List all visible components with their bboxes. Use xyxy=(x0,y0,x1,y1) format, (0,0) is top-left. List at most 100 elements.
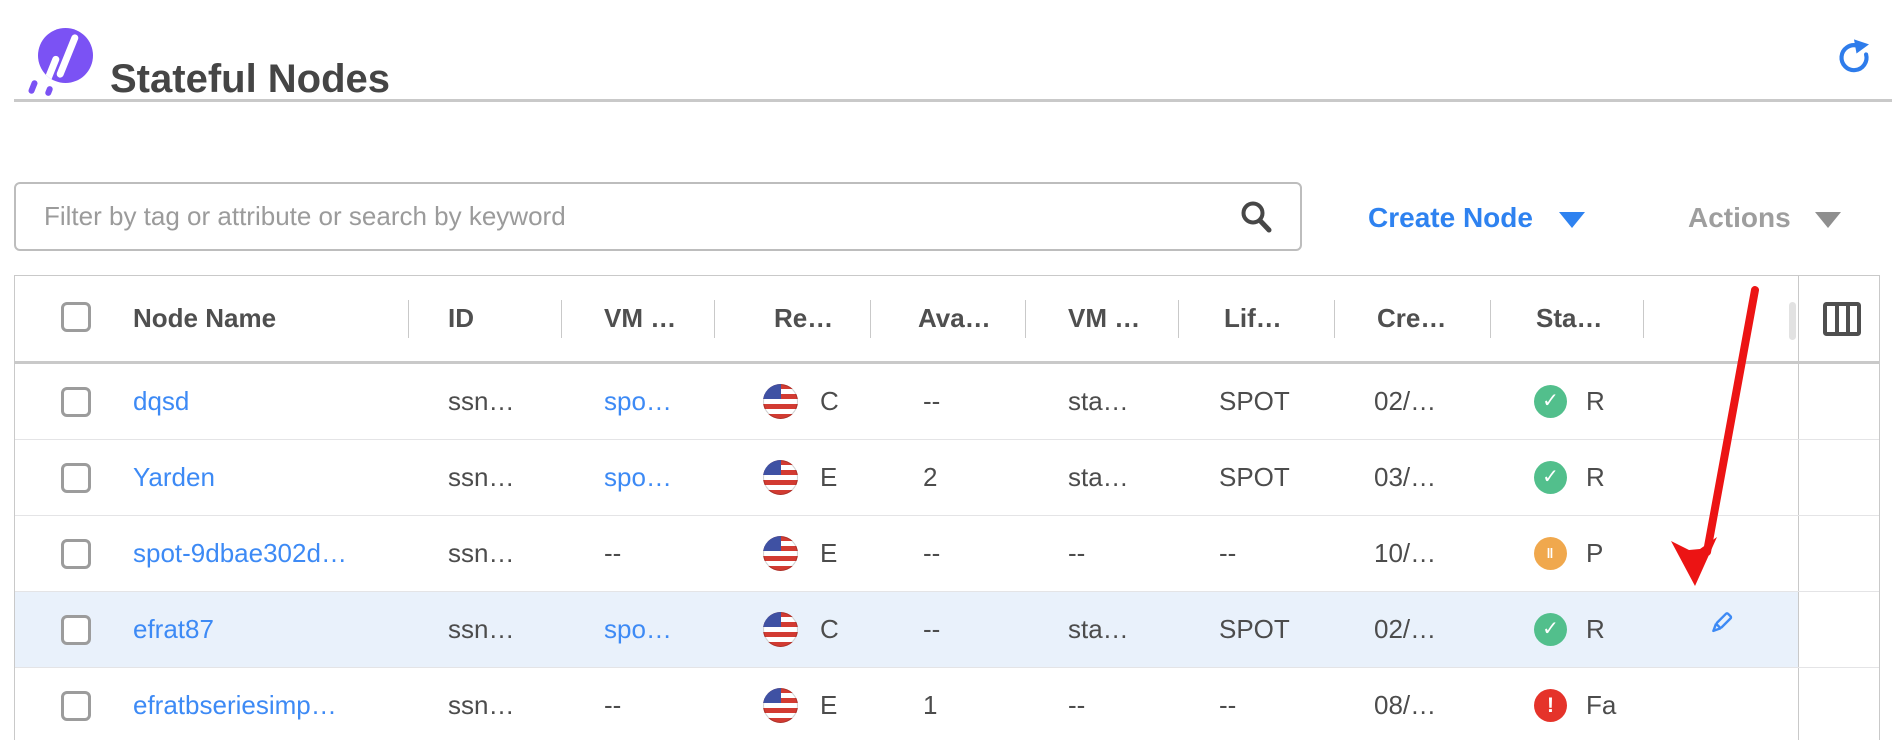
edit-pencil-icon[interactable] xyxy=(1706,592,1736,667)
node-id: ssn… xyxy=(448,516,558,591)
us-flag-icon xyxy=(763,612,798,647)
vm-name-link[interactable]: spo… xyxy=(604,364,712,439)
region-text: E xyxy=(820,516,837,591)
region-text: E xyxy=(820,668,837,740)
availability-cell: -- xyxy=(923,516,1023,591)
vm-status-cell: sta… xyxy=(1068,440,1176,515)
stateful-nodes-table: Node Name ID VM … Re… Ava… VM … Lif… Cre… xyxy=(14,275,1880,740)
created-cell: 10/… xyxy=(1374,516,1486,591)
lifecycle-cell: SPOT xyxy=(1219,440,1331,515)
refresh-icon[interactable] xyxy=(1834,36,1874,76)
vm-status-cell: sta… xyxy=(1068,364,1176,439)
status-cell: ✓ R xyxy=(1534,440,1641,515)
chevron-down-icon xyxy=(1559,212,1585,228)
node-name-link[interactable]: efrat87 xyxy=(133,592,405,667)
row-checkbox[interactable] xyxy=(61,387,91,417)
node-name-link[interactable]: spot-9dbae302d… xyxy=(133,516,405,591)
region-cell: C xyxy=(763,592,868,667)
filter-box xyxy=(14,182,1302,251)
status-cell: ! Fa xyxy=(1534,668,1641,740)
lifecycle-cell: -- xyxy=(1219,516,1331,591)
status-failed-icon: ! xyxy=(1534,689,1567,722)
node-name-link[interactable]: efratbseriesimp… xyxy=(133,668,405,740)
spot-logo-icon xyxy=(38,28,93,83)
lifecycle-cell: -- xyxy=(1219,668,1331,740)
scroll-thumb xyxy=(1789,302,1796,340)
page-title: Stateful Nodes xyxy=(110,57,390,102)
lifecycle-cell: SPOT xyxy=(1219,592,1331,667)
vm-name-link[interactable]: spo… xyxy=(604,440,712,515)
spot-logo-tail xyxy=(44,85,53,97)
filter-input[interactable] xyxy=(16,184,1300,249)
us-flag-icon xyxy=(763,384,798,419)
table-row[interactable]: spot-9dbae302d… ssn… -- E -- -- -- 10/… … xyxy=(15,516,1879,592)
status-text: R xyxy=(1586,440,1605,515)
row-checkbox[interactable] xyxy=(61,463,91,493)
node-name-link[interactable]: dqsd xyxy=(133,364,405,439)
node-id: ssn… xyxy=(448,592,558,667)
vm-name-cell: -- xyxy=(604,668,712,740)
vm-status-cell: -- xyxy=(1068,516,1176,591)
status-text: P xyxy=(1586,516,1603,591)
table-row[interactable]: efratbseriesimp… ssn… -- E 1 -- -- 08/… … xyxy=(15,668,1879,740)
row-checkbox[interactable] xyxy=(61,691,91,721)
col-header-status[interactable]: Sta… xyxy=(1536,276,1602,361)
col-header-vm-status[interactable]: VM … xyxy=(1068,276,1176,361)
col-header-availability[interactable]: Ava… xyxy=(918,276,1018,361)
status-paused-icon: ‖ xyxy=(1534,537,1567,570)
create-node-label: Create Node xyxy=(1368,202,1533,234)
status-running-icon: ✓ xyxy=(1534,461,1567,494)
region-text: C xyxy=(820,592,839,667)
col-header-region[interactable]: Re… xyxy=(774,276,833,361)
region-text: C xyxy=(820,364,839,439)
col-header-id[interactable]: ID xyxy=(448,276,558,361)
col-header-vm-name[interactable]: VM … xyxy=(604,276,712,361)
vm-status-cell: sta… xyxy=(1068,592,1176,667)
status-cell: ‖ P xyxy=(1534,516,1641,591)
col-header-lifecycle[interactable]: Lif… xyxy=(1224,276,1282,361)
row-actions-cell xyxy=(1643,592,1798,667)
vm-status-cell: -- xyxy=(1068,668,1176,740)
search-icon[interactable] xyxy=(1238,199,1276,237)
select-all-checkbox[interactable] xyxy=(61,302,91,332)
region-text: E xyxy=(820,440,837,515)
status-text: R xyxy=(1586,364,1605,439)
col-header-node-name[interactable]: Node Name xyxy=(133,276,405,361)
status-running-icon: ✓ xyxy=(1534,385,1567,418)
region-cell: E xyxy=(763,440,868,515)
vm-name-cell: -- xyxy=(604,516,712,591)
row-checkbox[interactable] xyxy=(61,615,91,645)
status-cell: ✓ R xyxy=(1534,364,1641,439)
table-row-selected[interactable]: efrat87 ssn… spo… C -- sta… SPOT 02/… ✓ … xyxy=(15,592,1879,668)
region-cell: E xyxy=(763,668,868,740)
created-cell: 02/… xyxy=(1374,592,1486,667)
created-cell: 08/… xyxy=(1374,668,1486,740)
columns-picker-cell xyxy=(1798,276,1880,361)
status-text: Fa xyxy=(1586,668,1616,740)
vm-name-link[interactable]: spo… xyxy=(604,592,712,667)
status-text: R xyxy=(1586,592,1605,667)
create-node-button[interactable]: Create Node xyxy=(1368,198,1585,238)
us-flag-icon xyxy=(763,536,798,571)
table-columns-icon[interactable] xyxy=(1823,302,1861,336)
chevron-down-icon xyxy=(1815,212,1841,228)
region-cell: E xyxy=(763,516,868,591)
row-checkbox[interactable] xyxy=(61,539,91,569)
actions-label: Actions xyxy=(1688,202,1791,234)
node-id: ssn… xyxy=(448,364,558,439)
table-header-row: Node Name ID VM … Re… Ava… VM … Lif… Cre… xyxy=(15,276,1879,364)
created-cell: 03/… xyxy=(1374,440,1486,515)
stateful-nodes-page: Stateful Nodes Create Node Actions Node … xyxy=(0,0,1904,740)
node-id: ssn… xyxy=(448,440,558,515)
col-header-created[interactable]: Cre… xyxy=(1377,276,1489,361)
table-row[interactable]: dqsd ssn… spo… C -- sta… SPOT 02/… ✓ R xyxy=(15,364,1879,440)
status-cell: ✓ R xyxy=(1534,592,1641,667)
actions-button[interactable]: Actions xyxy=(1688,198,1841,238)
lifecycle-cell: SPOT xyxy=(1219,364,1331,439)
region-cell: C xyxy=(763,364,868,439)
node-name-link[interactable]: Yarden xyxy=(133,440,405,515)
table-row[interactable]: Yarden ssn… spo… E 2 sta… SPOT 03/… ✓ R xyxy=(15,440,1879,516)
availability-cell: 2 xyxy=(923,440,1023,515)
availability-cell: -- xyxy=(923,364,1023,439)
us-flag-icon xyxy=(763,688,798,723)
